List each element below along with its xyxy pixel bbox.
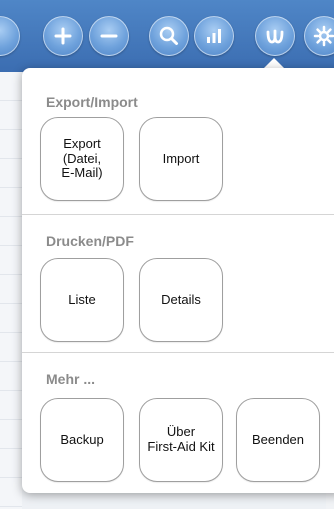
list-print-button[interactable]: Liste: [40, 258, 124, 342]
partial-toolbar-button[interactable]: [0, 16, 20, 56]
section-title-more: Mehr ...: [46, 371, 96, 387]
backup-button[interactable]: Backup: [40, 398, 124, 482]
section-title-export-import: Export/Import: [46, 94, 138, 110]
export-button[interactable]: Export (Datei, E-Mail): [40, 117, 124, 201]
add-button[interactable]: [43, 16, 83, 56]
settings-button[interactable]: [304, 16, 334, 56]
bar-chart-icon: [207, 29, 221, 43]
about-button[interactable]: Über First-Aid Kit: [139, 398, 223, 482]
export-popover: Export/Import Export (Datei, E-Mail) Imp…: [22, 68, 334, 493]
share-button[interactable]: [255, 16, 295, 56]
quit-button[interactable]: Beenden: [236, 398, 320, 482]
gear-icon: [313, 25, 334, 47]
remove-button[interactable]: [89, 16, 129, 56]
search-button[interactable]: [149, 16, 189, 56]
statistics-button[interactable]: [194, 16, 234, 56]
search-icon: [159, 26, 178, 45]
background-list: [0, 72, 22, 509]
section-divider: [22, 214, 334, 215]
details-print-button[interactable]: Details: [139, 258, 223, 342]
import-button[interactable]: Import: [139, 117, 223, 201]
minus-icon: [100, 34, 118, 38]
plus-icon: [54, 27, 72, 45]
share-icon: [266, 29, 284, 44]
section-title-print-pdf: Drucken/PDF: [46, 233, 134, 249]
section-divider: [22, 352, 334, 353]
